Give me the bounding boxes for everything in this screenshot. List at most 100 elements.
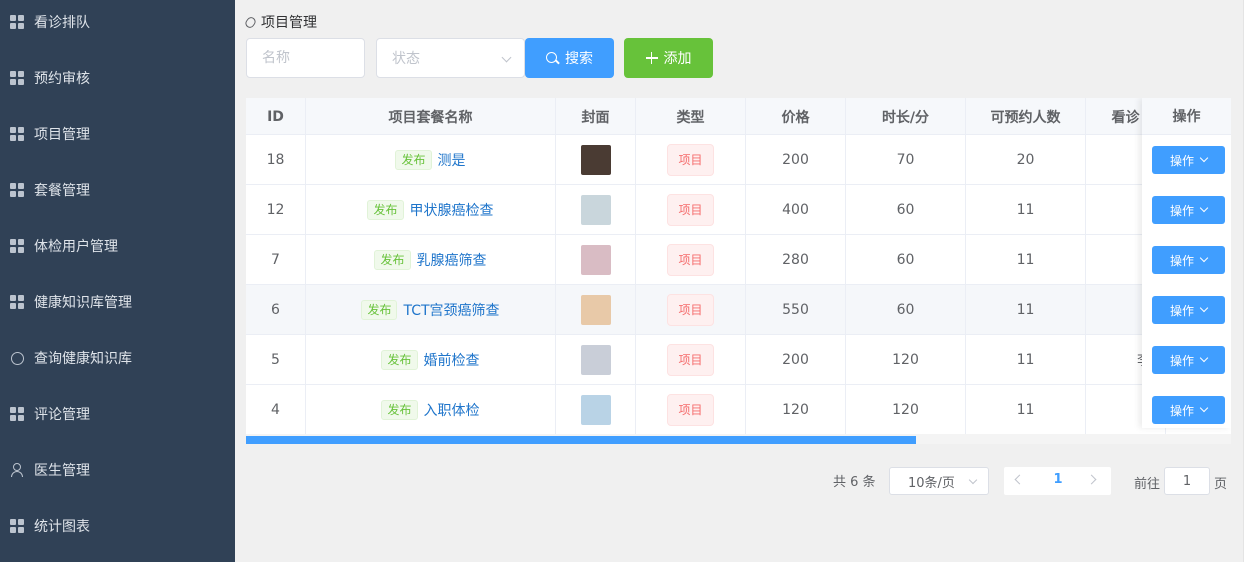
name-search-field[interactable]	[246, 38, 365, 78]
operation-button-label: 操作	[1169, 403, 1194, 418]
sidebar-item[interactable]: 查询健康知识库	[0, 330, 235, 386]
cell-price: 400	[746, 185, 846, 235]
cell-id: 6	[246, 285, 306, 335]
cover-thumbnail[interactable]	[580, 245, 611, 275]
chevron-down-icon	[1199, 353, 1209, 363]
cell-name: 发布 婚前检查	[306, 335, 556, 385]
chevron-left-icon[interactable]	[1014, 474, 1025, 485]
breadcrumb: 项目管理	[243, 12, 317, 32]
cell-price: 200	[746, 135, 846, 185]
cell-capacity: 11	[966, 285, 1086, 335]
sidebar-item[interactable]: 套餐管理	[0, 162, 235, 218]
column-header-operations: 操作	[1142, 98, 1231, 135]
sidebar-item[interactable]: 体检用户管理	[0, 218, 235, 274]
operation-dropdown-button[interactable]: 操作	[1152, 346, 1225, 374]
column-header: 类型	[636, 98, 746, 135]
search-button[interactable]: 搜索	[525, 38, 614, 78]
status-select[interactable]: 状态	[376, 38, 525, 78]
table-row[interactable]: 4发布入职体检项目12012011章/	[246, 385, 1231, 435]
cover-thumbnail[interactable]	[580, 145, 611, 175]
sidebar-item-label: 医生管理	[34, 463, 90, 479]
table-row[interactable]: 18 发布 测是 项目 200 70 20	[246, 135, 1231, 185]
sidebar-item-label: 预约审核	[34, 71, 90, 87]
paperclip-icon	[243, 14, 258, 30]
search-circle-icon	[10, 351, 24, 365]
table-row[interactable]: 12发布甲状腺癌检查项目4006011章/	[246, 185, 1231, 235]
column-header: ID	[246, 98, 306, 135]
cover-thumbnail[interactable]	[580, 195, 611, 225]
search-icon	[546, 51, 560, 65]
table-row[interactable]: 5发布婚前检查项目20012011李示	[246, 335, 1231, 385]
operation-button-label: 操作	[1169, 253, 1194, 268]
grid-icon	[10, 127, 24, 141]
project-name-link[interactable]: 甲状腺癌检查	[410, 200, 494, 220]
page-scrollbar[interactable]	[1243, 0, 1252, 562]
type-tag: 项目	[667, 194, 714, 226]
cell-cover	[556, 185, 636, 235]
main-content: 项目管理 状态 搜索 添加 ID项目套餐名称封面类型价格时长/分可预约人数看诊1…	[235, 0, 1243, 562]
chevron-down-icon	[1199, 253, 1209, 263]
type-tag: 项目	[667, 244, 714, 276]
project-name-link[interactable]: 婚前检查	[424, 350, 480, 370]
cell-cover	[556, 385, 636, 435]
page-size-select[interactable]: 10条/页	[889, 467, 989, 495]
project-name-link[interactable]: 测是	[438, 150, 466, 170]
page-number-current[interactable]: 1	[1048, 472, 1068, 487]
cell-price: 200	[746, 335, 846, 385]
table-row[interactable]: 6发布TCT宫颈癌筛查项目5506011章/	[246, 285, 1231, 335]
user-icon	[10, 463, 24, 477]
sidebar-item[interactable]: 医生管理	[0, 442, 235, 498]
cell-type: 项目	[636, 135, 746, 185]
chevron-down-icon	[501, 52, 512, 63]
chevron-right-icon[interactable]	[1086, 474, 1097, 485]
cover-thumbnail[interactable]	[580, 345, 611, 375]
goto-page-input[interactable]: 1	[1164, 467, 1210, 495]
operation-dropdown-button[interactable]: 操作	[1152, 196, 1225, 224]
cover-thumbnail[interactable]	[580, 395, 611, 425]
cover-thumbnail[interactable]	[580, 295, 611, 325]
cell-name: 发布 乳腺癌筛查	[306, 235, 556, 285]
sidebar-item-label: 项目管理	[34, 127, 90, 143]
fixed-operations-column: 操作 操作 操作 操作 操作 操作 操作	[1142, 98, 1231, 428]
sidebar-item[interactable]: 看诊排队	[0, 0, 235, 50]
project-name-link[interactable]: 乳腺癌筛查	[417, 250, 487, 270]
sidebar-item[interactable]: 健康知识库管理	[0, 274, 235, 330]
cell-cover	[556, 235, 636, 285]
grid-icon	[10, 15, 24, 29]
cell-duration: 120	[846, 385, 966, 435]
horizontal-scrollbar-thumb[interactable]	[246, 436, 916, 444]
status-badge: 发布	[367, 200, 404, 220]
sidebar-item[interactable]: 项目管理	[0, 106, 235, 162]
operation-dropdown-button[interactable]: 操作	[1152, 396, 1225, 424]
cell-type: 项目	[636, 235, 746, 285]
operation-dropdown-button[interactable]: 操作	[1152, 146, 1225, 174]
name-input[interactable]	[262, 50, 364, 66]
sidebar-item[interactable]: 统计图表	[0, 498, 235, 554]
project-name-link[interactable]: 入职体检	[424, 400, 480, 420]
cell-price: 280	[746, 235, 846, 285]
operation-button-label: 操作	[1169, 303, 1194, 318]
cell-name: 发布 甲状腺癌检查	[306, 185, 556, 235]
cell-type: 项目	[636, 185, 746, 235]
table-row[interactable]: 7发布乳腺癌筛查项目2806011章/	[246, 235, 1231, 285]
operation-button-label: 操作	[1169, 153, 1194, 168]
status-select-placeholder: 状态	[392, 51, 420, 67]
column-header: 时长/分	[846, 98, 966, 135]
status-badge: 发布	[374, 250, 411, 270]
sidebar-item[interactable]: 评论管理	[0, 386, 235, 442]
cell-duration: 120	[846, 335, 966, 385]
cell-id: 18	[246, 135, 306, 185]
grid-icon	[10, 407, 24, 421]
grid-icon	[10, 519, 24, 533]
operation-dropdown-button[interactable]: 操作	[1152, 296, 1225, 324]
operation-button-label: 操作	[1169, 353, 1194, 368]
sidebar-item[interactable]: 预约审核	[0, 50, 235, 106]
operation-dropdown-button[interactable]: 操作	[1152, 246, 1225, 274]
cell-id: 4	[246, 385, 306, 435]
cell-duration: 60	[846, 185, 966, 235]
add-button[interactable]: 添加	[624, 38, 713, 78]
project-name-link[interactable]: TCT宫颈癌筛查	[403, 300, 499, 320]
status-badge: 发布	[381, 400, 418, 420]
table-header: ID 项目套餐名称 封面 类型 价格 时长/分 可预约人数 看诊	[246, 98, 1231, 135]
cell-duration: 60	[846, 235, 966, 285]
